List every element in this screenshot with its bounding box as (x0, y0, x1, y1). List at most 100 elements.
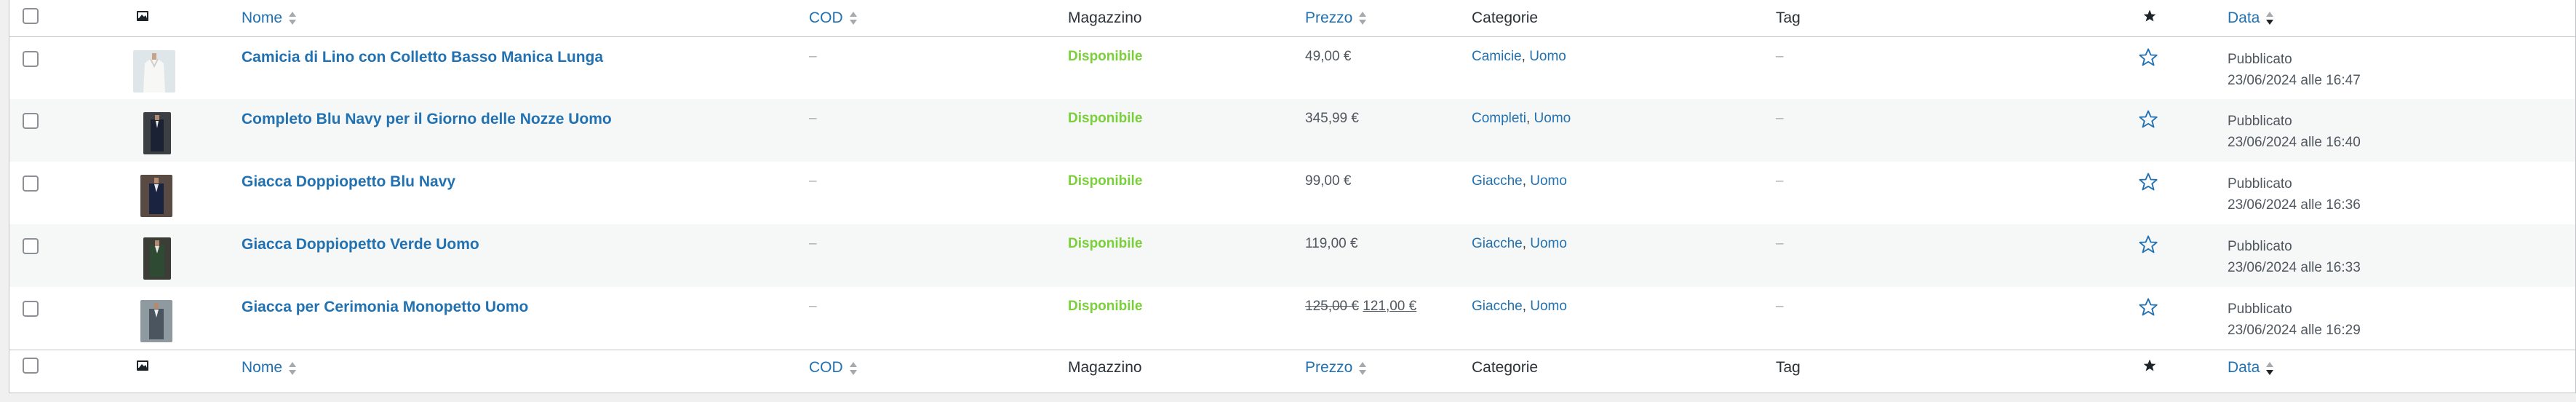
star-outline-icon[interactable] (2138, 109, 2158, 134)
product-categories: Giacche, Uomo (1472, 236, 1567, 251)
sort-arrows-icon (288, 10, 297, 26)
table-row: Giacca per Cerimonia Monopetto Uomo – Di… (9, 287, 2575, 350)
column-cod-label: COD (809, 359, 843, 377)
table-row: Completo Blu Navy per il Giorno delle No… (9, 99, 2575, 162)
product-price: 119,00 € (1305, 236, 1358, 251)
sort-by-name-link[interactable]: Nome (242, 359, 297, 376)
product-thumbnail[interactable] (133, 50, 175, 92)
column-price-label: Prezzo (1305, 9, 1353, 26)
stock-status: Disponibile (1068, 48, 1143, 64)
product-categories: Giacche, Uomo (1472, 173, 1567, 189)
sort-by-cod-link[interactable]: COD (809, 9, 858, 26)
sort-by-cod-link[interactable]: COD (809, 359, 858, 376)
column-categories-label: Categorie (1472, 359, 1539, 377)
column-categories-label: Categorie (1472, 9, 1539, 26)
category-link[interactable]: Giacche (1472, 236, 1523, 251)
product-cod: – (809, 48, 817, 64)
sort-arrows-icon (2265, 10, 2274, 26)
stock-status: Disponibile (1068, 111, 1143, 126)
sort-arrows-icon (849, 10, 858, 26)
row-checkbox[interactable] (23, 176, 39, 192)
column-name-label: Nome (242, 359, 283, 377)
product-price: 99,00 € (1305, 173, 1352, 189)
product-date: Pubblicato 23/06/2024 alle 16:36 (2228, 173, 2575, 216)
star-filled-icon[interactable] (2142, 9, 2157, 28)
column-stock-label: Magazzino (1068, 9, 1142, 26)
publish-date: 23/06/2024 alle 16:33 (2228, 260, 2361, 275)
sort-arrows-icon (1358, 10, 1367, 26)
product-name-link[interactable]: Giacca per Cerimonia Monopetto Uomo (242, 299, 528, 316)
sort-by-price-link[interactable]: Prezzo (1305, 9, 1367, 26)
image-icon (136, 9, 149, 23)
column-tag-label: Tag (1776, 9, 1801, 26)
category-link[interactable]: Camicie (1472, 49, 1522, 64)
image-icon (136, 359, 149, 372)
category-link[interactable]: Uomo (1530, 236, 1567, 251)
publish-status: Pubblicato (2228, 114, 2292, 129)
sort-by-date-link[interactable]: Data (2228, 359, 2274, 376)
product-date: Pubblicato 23/06/2024 alle 16:47 (2228, 49, 2575, 91)
product-name-link[interactable]: Camicia di Lino con Colletto Basso Manic… (242, 49, 603, 66)
star-outline-icon[interactable] (2138, 172, 2158, 197)
product-price: 49,00 € (1305, 48, 1352, 64)
sort-by-date-link[interactable]: Data (2228, 9, 2274, 26)
product-cod: – (809, 299, 817, 314)
sort-arrows-icon (849, 360, 858, 377)
category-link[interactable]: Giacche (1472, 299, 1523, 314)
publish-date: 23/06/2024 alle 16:40 (2228, 135, 2361, 150)
sort-by-name-link[interactable]: Nome (242, 9, 297, 26)
column-tag-label: Tag (1776, 359, 1801, 377)
table-row: Giacca Doppiopetto Blu Navy – Disponibil… (9, 162, 2575, 224)
row-checkbox[interactable] (23, 113, 39, 129)
product-price: 125,00 € 121,00 € (1305, 299, 1416, 315)
column-date-label: Data (2228, 359, 2260, 377)
products-list-table: Nome COD Magazzino Prezzo Categorie Tag … (9, 0, 2576, 393)
category-link[interactable]: Uomo (1530, 299, 1567, 314)
sale-price: 121,00 € (1363, 299, 1417, 314)
publish-status: Pubblicato (2228, 302, 2292, 317)
product-thumbnail[interactable] (140, 300, 172, 342)
publish-status: Pubblicato (2228, 51, 2292, 67)
product-tag: – (1776, 173, 1784, 189)
table-row: Camicia di Lino con Colletto Basso Manic… (9, 36, 2575, 99)
column-cod-label: COD (809, 9, 843, 26)
star-outline-icon[interactable] (2138, 234, 2158, 259)
product-tag: – (1776, 48, 1784, 64)
sort-arrows-icon (1358, 360, 1367, 377)
column-stock-label: Magazzino (1068, 359, 1142, 377)
product-cod: – (809, 173, 817, 189)
product-thumbnail[interactable] (143, 112, 171, 154)
table-footer-row: Nome COD Magazzino Prezzo Categorie Tag … (9, 350, 2575, 386)
category-link[interactable]: Completi (1472, 111, 1526, 126)
category-link[interactable]: Uomo (1530, 173, 1567, 189)
product-thumbnail[interactable] (143, 237, 171, 280)
product-price: 345,99 € (1305, 111, 1359, 126)
select-all-checkbox[interactable] (23, 7, 39, 24)
product-date: Pubblicato 23/06/2024 alle 16:33 (2228, 236, 2575, 278)
product-name-link[interactable]: Giacca Doppiopetto Blu Navy (242, 173, 455, 191)
row-checkbox[interactable] (23, 301, 39, 317)
product-name-link[interactable]: Giacca Doppiopetto Verde Uomo (242, 236, 479, 253)
star-filled-icon[interactable] (2142, 358, 2157, 377)
category-link[interactable]: Uomo (1529, 49, 1566, 64)
select-all-checkbox-footer[interactable] (23, 358, 39, 374)
product-cod: – (809, 236, 817, 251)
publish-date: 23/06/2024 alle 16:29 (2228, 323, 2361, 338)
publish-status: Pubblicato (2228, 176, 2292, 192)
product-tag: – (1776, 236, 1784, 251)
table-row: Giacca Doppiopetto Verde Uomo – Disponib… (9, 224, 2575, 287)
row-checkbox[interactable] (23, 238, 39, 254)
product-thumbnail[interactable] (140, 175, 172, 217)
sort-arrows-icon (288, 360, 297, 377)
product-date: Pubblicato 23/06/2024 alle 16:40 (2228, 111, 2575, 153)
product-tag: – (1776, 299, 1784, 314)
row-checkbox[interactable] (23, 50, 39, 67)
sort-by-price-link[interactable]: Prezzo (1305, 359, 1367, 376)
category-link[interactable]: Uomo (1534, 111, 1571, 126)
category-link[interactable]: Giacche (1472, 173, 1523, 189)
star-outline-icon[interactable] (2138, 47, 2158, 72)
star-outline-icon[interactable] (2138, 297, 2158, 322)
product-name-link[interactable]: Completo Blu Navy per il Giorno delle No… (242, 111, 612, 128)
stock-status: Disponibile (1068, 173, 1143, 189)
publish-status: Pubblicato (2228, 239, 2292, 254)
